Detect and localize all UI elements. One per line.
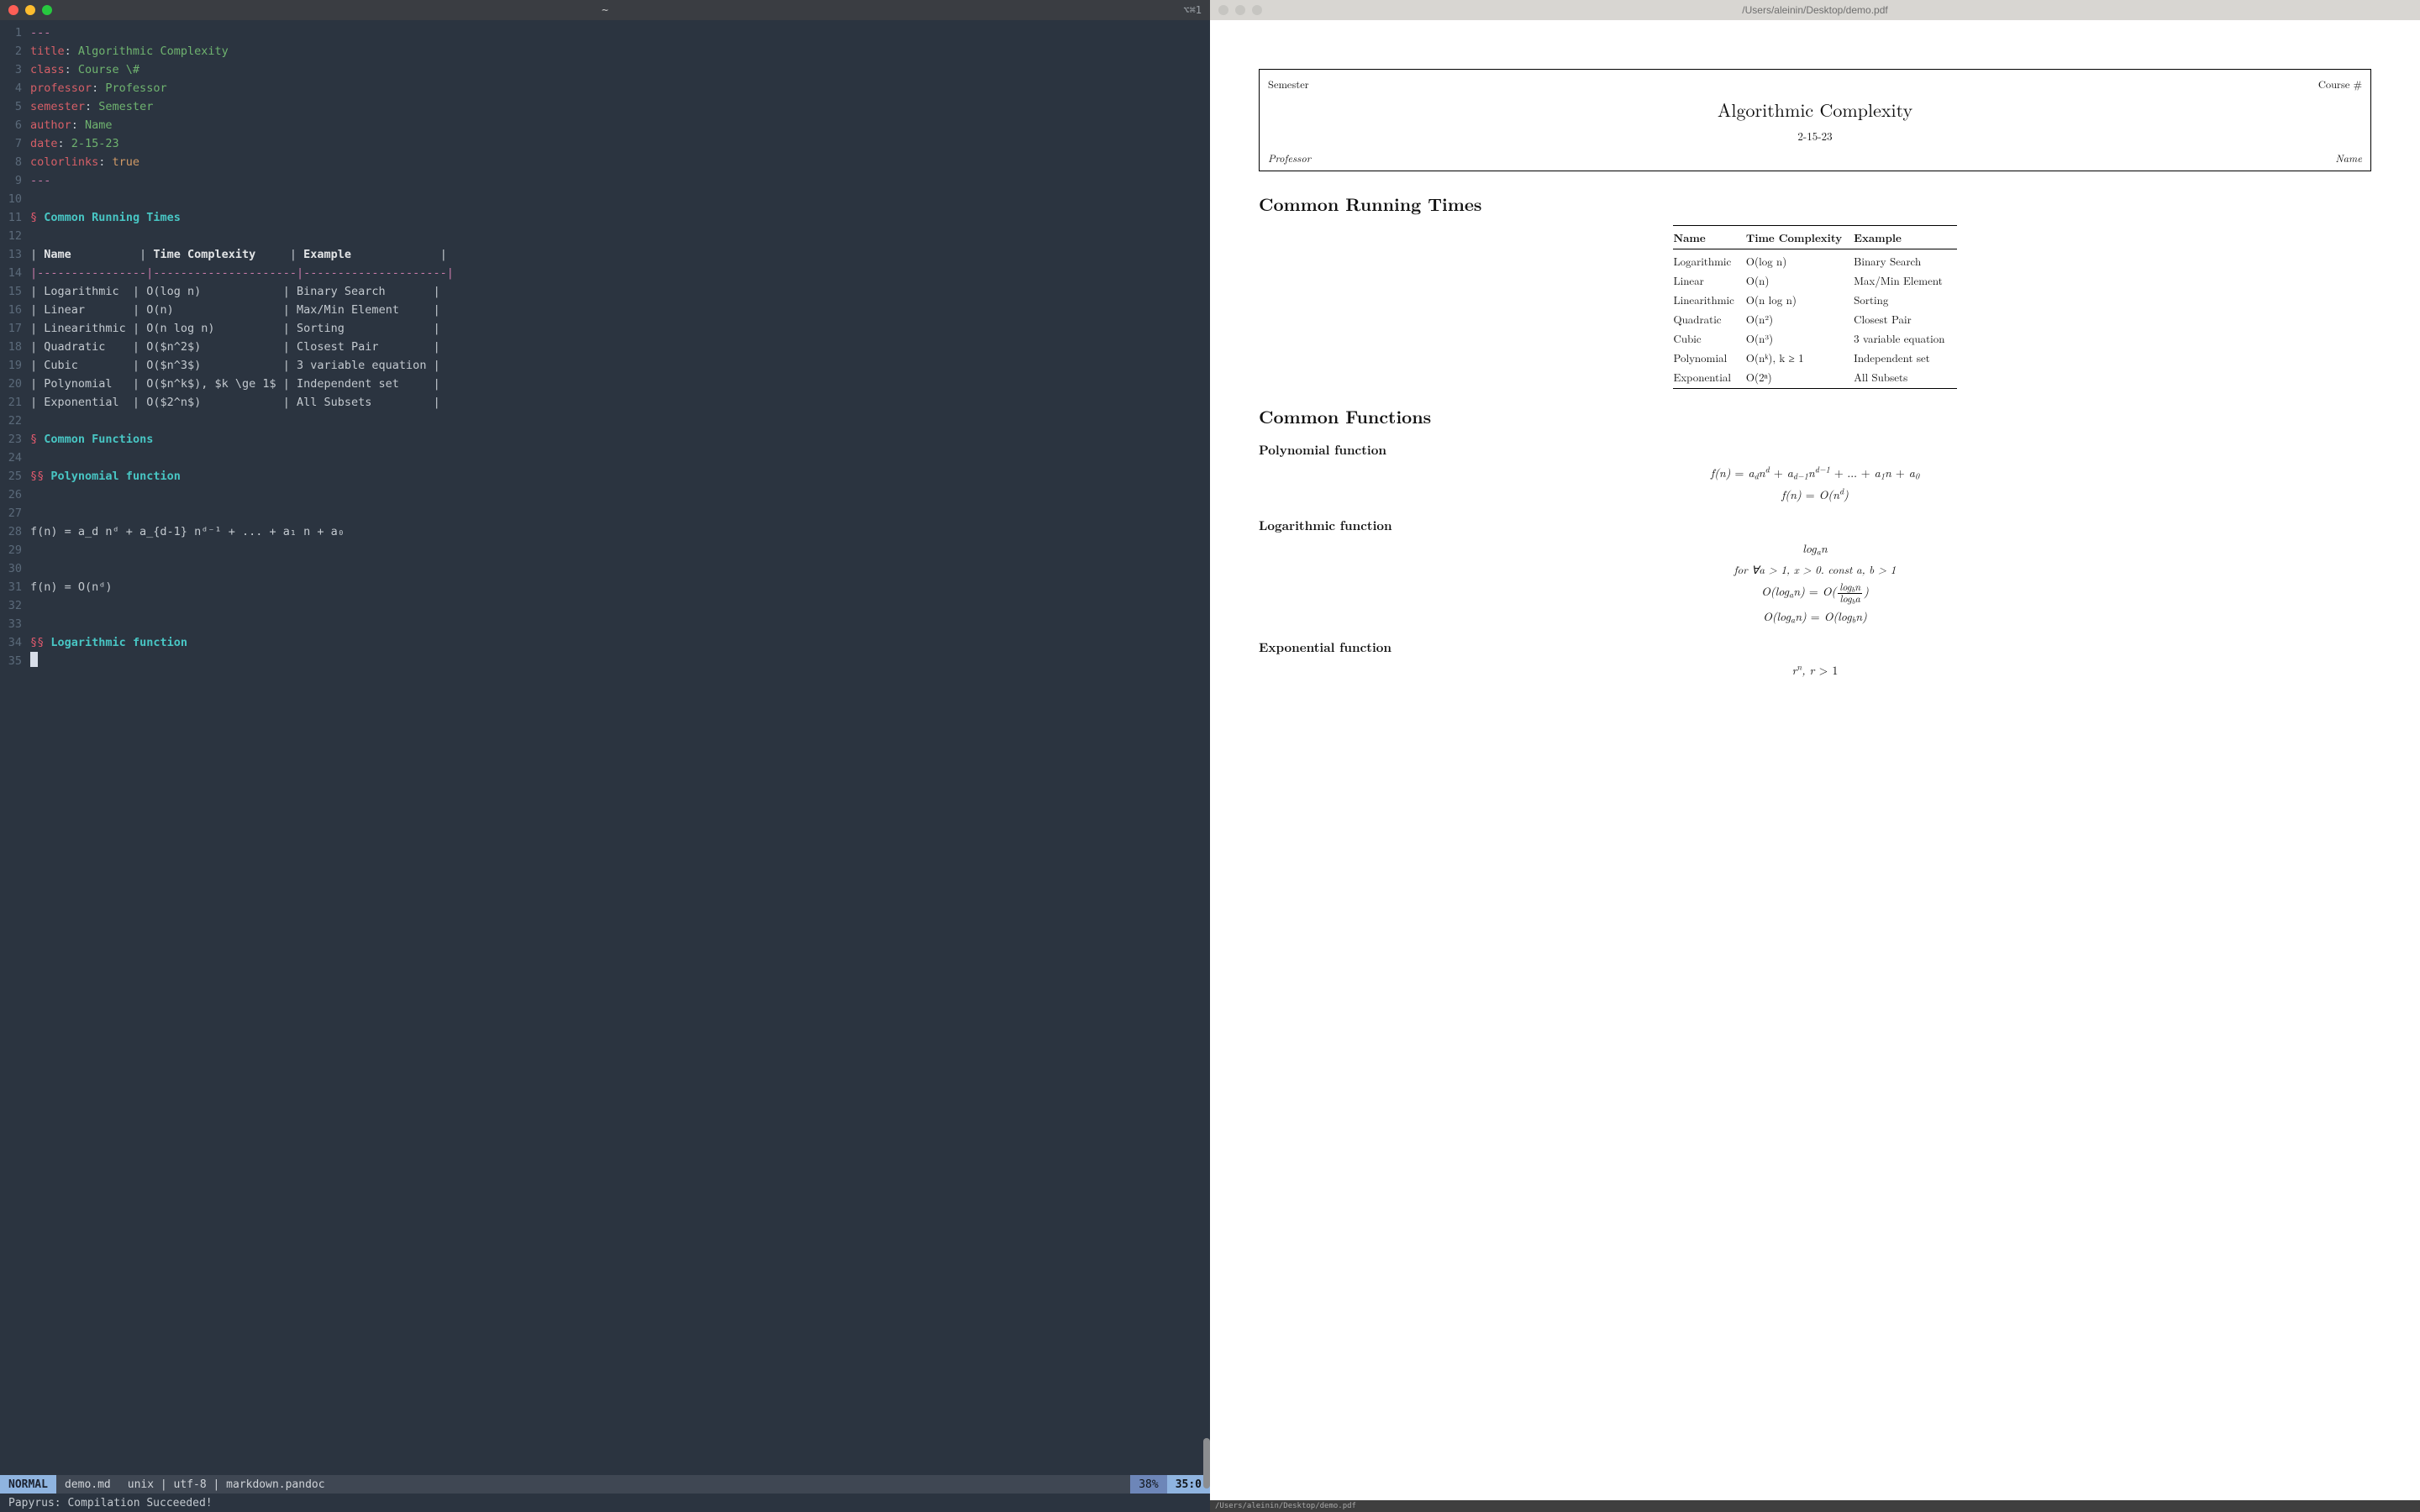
- close-icon[interactable]: [1218, 5, 1228, 15]
- header-course: Course #: [2318, 76, 2362, 92]
- message-line: Papyrus: Compilation Succeeded!: [0, 1494, 1210, 1512]
- minimize-icon[interactable]: [25, 5, 35, 15]
- pdf-pane: /Users/aleinin/Desktop/demo.pdf Semester…: [1210, 0, 2420, 1512]
- table-row: QuadraticO(n²)Closest Pair: [1673, 309, 1956, 328]
- th-time: Time Complexity: [1746, 226, 1854, 249]
- table-row: LinearithmicO(n log n)Sorting: [1673, 290, 1956, 309]
- maximize-icon[interactable]: [42, 5, 52, 15]
- table-row: CubicO(n³)3 variable equation: [1673, 328, 1956, 348]
- statusline: NORMAL demo.md unix | utf-8 | markdown.p…: [0, 1475, 1210, 1494]
- equation-condition: for ∀a > 1, x > 0. const a, b > 1: [1259, 561, 2371, 579]
- equation: f(n) = adnd + ad−1nd−1 + ... + a1n + a0: [1259, 464, 2371, 482]
- section-heading: Common Running Times: [1259, 192, 2371, 217]
- table-row: PolynomialO(nᵏ), k ≥ 1Independent set: [1673, 348, 1956, 367]
- header-author: Name: [2335, 150, 2362, 165]
- line-number: 1: [0, 24, 30, 42]
- editor-titlebar: ~ ⌥⌘1: [0, 0, 1210, 20]
- traffic-lights: [8, 5, 52, 15]
- equation-raw: f(n) = O(nᵈ): [30, 578, 113, 596]
- pdf-titlebar: /Users/aleinin/Desktop/demo.pdf: [1210, 0, 2420, 20]
- equation: logan: [1259, 539, 2371, 558]
- status-filename: demo.md: [56, 1475, 119, 1494]
- table-row: LinearO(n)Max/Min Element: [1673, 270, 1956, 290]
- subsection-heading: Polynomial function: [1259, 441, 2371, 459]
- document-title: Algorithmic Complexity: [1268, 97, 2362, 123]
- table-row: LogarithmicO(log n)Binary Search: [1673, 249, 1956, 271]
- close-icon[interactable]: [8, 5, 18, 15]
- th-example: Example: [1854, 226, 1956, 249]
- editor-pane: ~ ⌥⌘1 1--- 2title: Algorithmic Complexit…: [0, 0, 1210, 1512]
- complexity-table: Name Time Complexity Example Logarithmic…: [1673, 225, 1956, 389]
- equation: rn, r > 1: [1259, 661, 2371, 680]
- scrollbar-thumb[interactable]: [1203, 1438, 1210, 1488]
- equation: O(logan) = O(logbn): [1259, 607, 2371, 626]
- pdf-page[interactable]: Semester Course # Algorithmic Complexity…: [1210, 20, 2420, 1500]
- minimize-icon[interactable]: [1235, 5, 1245, 15]
- th-name: Name: [1673, 226, 1745, 249]
- pdf-bottom-bar: /Users/aleinin/Desktop/demo.pdf: [1210, 1500, 2420, 1512]
- pdf-window-title: /Users/aleinin/Desktop/demo.pdf: [1742, 4, 1887, 16]
- header-professor: Professor: [1268, 150, 1311, 165]
- subsection-heading: Logarithmic function: [1259, 517, 2371, 534]
- document-header-box: Semester Course # Algorithmic Complexity…: [1259, 69, 2371, 171]
- table-row: ExponentialO(2ⁿ)All Subsets: [1673, 367, 1956, 389]
- editor-window-hint: ⌥⌘1: [1183, 4, 1202, 16]
- status-percent: 38%: [1130, 1475, 1166, 1494]
- equation-raw: f(n) = a_d nᵈ + a_{d-1} nᵈ⁻¹ + ... + a₁ …: [30, 522, 345, 541]
- traffic-lights-inactive: [1218, 5, 1262, 15]
- cursor: [30, 652, 38, 667]
- editor-window-title: ~: [602, 4, 608, 17]
- code-area[interactable]: 1--- 2title: Algorithmic Complexity 3cla…: [0, 20, 1210, 1475]
- status-fileinfo: unix | utf-8 | markdown.pandoc: [119, 1475, 1130, 1494]
- status-mode: NORMAL: [0, 1475, 56, 1494]
- equation: O(logan) = O(logbnlogba): [1259, 582, 2371, 604]
- maximize-icon[interactable]: [1252, 5, 1262, 15]
- document-date: 2-15-23: [1268, 128, 2362, 144]
- equation: f(n) = O(nd): [1259, 486, 2371, 504]
- section-heading: Common Functions: [1259, 404, 2371, 429]
- subsection-heading: Exponential function: [1259, 638, 2371, 656]
- header-semester: Semester: [1268, 76, 1309, 92]
